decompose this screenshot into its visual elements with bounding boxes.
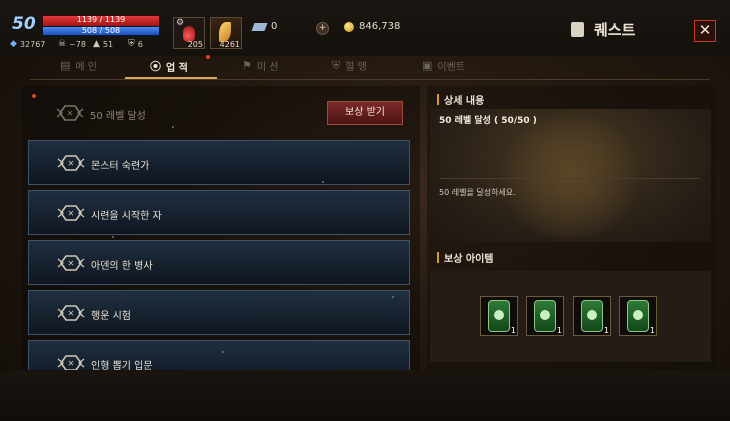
green-card-icon (627, 300, 649, 332)
achievement-emblem-icon: ✕ (56, 103, 84, 123)
close-button[interactable]: ✕ (694, 20, 716, 42)
tab-achievements[interactable]: ⦿ 업 적 (150, 58, 188, 74)
add-currency-button[interactable]: + (316, 22, 329, 35)
reward-item[interactable]: 1 (480, 296, 518, 336)
scroll-icon: ▤ (60, 59, 71, 72)
reward-header: 보상 아이템 (437, 250, 493, 265)
reward-item[interactable]: 1 (526, 296, 564, 336)
achievement-emblem-icon: ✕ (57, 353, 85, 370)
achievement-item[interactable]: ✕ 아덴의 한 병사 (28, 240, 410, 285)
gift-icon: ▣ (422, 59, 433, 72)
achievement-item[interactable]: ✕ 몬스터 숙련가 (28, 140, 410, 185)
achievement-emblem-icon: ✕ (57, 153, 85, 173)
crest-icon: ⛨ (332, 58, 341, 72)
claim-reward-button[interactable]: 보상 받기 (327, 101, 403, 125)
reward-box (430, 271, 711, 362)
notification-dot (206, 55, 210, 59)
quest-scroll-icon (571, 22, 584, 37)
divider (440, 178, 700, 179)
green-card-icon (534, 300, 556, 332)
sparkle (222, 351, 224, 353)
detail-title: 50 레벨 달성 ( 50/50 ) (439, 116, 537, 126)
feather-icon (219, 22, 231, 42)
gold-coin-icon (344, 21, 354, 32)
blue-crystal-icon: ◆ (10, 39, 17, 49)
ticket-currency: 0 (251, 21, 277, 32)
sparkle (392, 296, 394, 298)
tab-bar: ▤ 메 인 ⦿ 업 적 ⚑ 미 션 ⛨ 혈 맹 ▣ 이벤트 (30, 53, 710, 80)
tab-missions[interactable]: ⚑ 미 션 (242, 58, 278, 73)
tab-event[interactable]: ▣ 이벤트 (422, 58, 465, 73)
stat-shield: ⛨ 6 (128, 39, 143, 49)
quick-slot-feather[interactable]: 4261 (210, 17, 242, 49)
tab-clan[interactable]: ⛨ 혈 맹 (332, 58, 367, 74)
achievement-item[interactable]: ✕ 행운 시험 (28, 290, 410, 335)
achievement-emblem-icon: ✕ (57, 203, 85, 223)
medal-icon: ⦿ (150, 60, 161, 73)
detail-description: 50 레벨을 달성하세요. (439, 188, 516, 197)
achievement-item[interactable]: ✕ 인형 뽑기 입문 (28, 340, 410, 370)
player-level: 50 (12, 14, 36, 34)
stat-skull: ☠ ~78 (58, 39, 86, 49)
window-title: 퀘스트 (571, 19, 635, 40)
sparkle (112, 236, 114, 238)
gear-icon: ⚙ (176, 18, 185, 28)
boot-icon: ▲ (93, 39, 100, 49)
achievement-list[interactable]: ✕ 50 레벨 달성 ✕ 몬스터 숙련가 ✕ 시련을 시작한 자 ✕ 아덴의 한… (22, 86, 420, 370)
flag-icon: ⚑ (242, 59, 252, 72)
reward-item[interactable]: 1 (619, 296, 657, 336)
achievement-item[interactable]: ✕ 시련을 시작한 자 (28, 190, 410, 235)
sparkle (322, 181, 324, 183)
active-tab-indicator (125, 77, 217, 79)
gold-currency: 846,738 (344, 21, 400, 32)
hp-text: 1139 / 1139 (76, 15, 126, 24)
stat-crystal: ◆ 32767 (10, 39, 46, 49)
tab-main[interactable]: ▤ 메 인 (60, 58, 97, 73)
skull-icon: ☠ (58, 39, 67, 49)
quest-window: 50 1139 / 1139 508 / 508 ◆ 32767 ☠ ~78 ▲ 51… (0, 0, 730, 421)
shield-icon: ⛨ (128, 39, 135, 49)
green-card-icon (488, 300, 510, 332)
background-emblem (490, 117, 650, 237)
ticket-icon (251, 22, 268, 31)
mp-text: 508 / 508 (81, 26, 121, 35)
stat-boot: ▲ 51 (93, 39, 114, 49)
reward-item[interactable]: 1 (573, 296, 611, 336)
sparkle (172, 126, 174, 128)
bottom-bar (0, 371, 730, 421)
detail-content-box (430, 109, 711, 242)
achievement-emblem-icon: ✕ (57, 303, 85, 323)
mp-bar: 508 / 508 (42, 26, 160, 36)
green-card-icon (581, 300, 603, 332)
achievement-emblem-icon: ✕ (57, 253, 85, 273)
quick-slot-potion[interactable]: ⚙ 205 (173, 17, 205, 49)
detail-header: 상세 내용 (437, 92, 484, 107)
